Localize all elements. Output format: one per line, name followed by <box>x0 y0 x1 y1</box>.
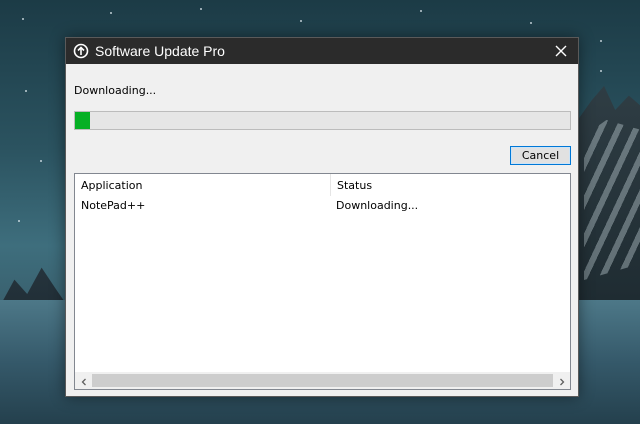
progress-fill <box>75 112 90 129</box>
window-title: Software Update Pro <box>95 43 225 59</box>
horizontal-scrollbar[interactable] <box>75 372 570 389</box>
column-header-status[interactable]: Status <box>331 174 570 196</box>
list-header: Application Status <box>75 174 570 196</box>
list-item[interactable]: NotePad++ Downloading... <box>75 196 570 215</box>
list-item-application: NotePad++ <box>81 199 146 212</box>
column-header-application[interactable]: Application <box>75 174 331 196</box>
title-bar[interactable]: Software Update Pro <box>66 38 578 64</box>
download-status-label: Downloading... <box>74 84 157 97</box>
scroll-track[interactable] <box>92 374 553 387</box>
close-button[interactable] <box>544 38 578 64</box>
chevron-right-icon <box>558 371 566 390</box>
list-item-status: Downloading... <box>336 199 419 212</box>
scroll-thumb[interactable] <box>92 374 553 387</box>
mountain-snow <box>584 120 640 280</box>
download-progress-bar <box>74 111 571 130</box>
close-icon <box>555 42 567 61</box>
cancel-button[interactable]: Cancel <box>510 146 571 165</box>
update-circle-arrow-icon <box>72 43 89 60</box>
application-list[interactable]: Application Status NotePad++ Downloading… <box>74 173 571 390</box>
scroll-right-button[interactable] <box>553 372 570 389</box>
software-update-dialog: Software Update Pro Downloading... Cance… <box>65 37 579 397</box>
scroll-left-button[interactable] <box>75 372 92 389</box>
chevron-left-icon <box>80 371 88 390</box>
